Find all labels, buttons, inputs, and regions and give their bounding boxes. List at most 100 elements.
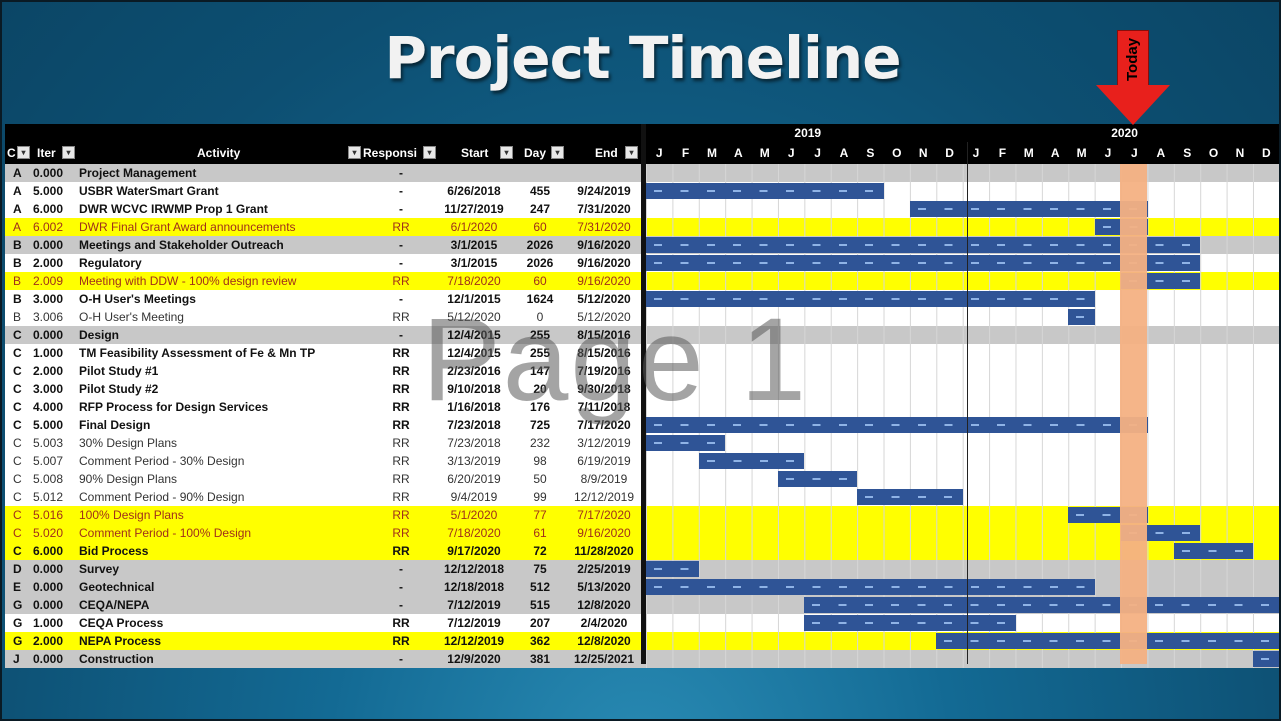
cell-activity[interactable]: RFP Process for Design Services — [79, 398, 369, 416]
cell-activity[interactable]: Bid Process — [79, 542, 369, 560]
cell-code[interactable]: C — [13, 362, 27, 380]
gantt-bar[interactable] — [646, 417, 1148, 433]
cell-code[interactable]: G — [13, 596, 27, 614]
cell-start[interactable]: 6/26/2018 — [435, 182, 513, 200]
cell-activity[interactable]: O-H User's Meeting — [79, 308, 369, 326]
cell-end[interactable]: 12/12/2019 — [565, 488, 643, 506]
cell-end[interactable]: 7/31/2020 — [565, 218, 643, 236]
cell-item[interactable]: 0.000 — [33, 326, 77, 344]
cell-activity[interactable]: Survey — [79, 560, 369, 578]
cell-start[interactable]: 7/12/2019 — [435, 614, 513, 632]
gantt-bar[interactable] — [804, 597, 1279, 613]
cell-end[interactable]: 9/16/2020 — [565, 254, 643, 272]
cell-code[interactable]: B — [13, 272, 27, 290]
cell-days[interactable]: 50 — [517, 470, 563, 488]
cell-end[interactable]: 2/4/2020 — [565, 614, 643, 632]
cell-code[interactable]: A — [13, 182, 27, 200]
cell-resp[interactable]: RR — [375, 524, 427, 542]
cell-code[interactable]: C — [13, 452, 27, 470]
cell-end[interactable]: 9/30/2018 — [565, 380, 643, 398]
cell-item[interactable]: 5.003 — [33, 434, 77, 452]
cell-activity[interactable]: O-H User's Meetings — [79, 290, 369, 308]
cell-code[interactable]: A — [13, 218, 27, 236]
cell-days[interactable]: 77 — [517, 506, 563, 524]
cell-activity[interactable]: 30% Design Plans — [79, 434, 369, 452]
cell-end[interactable]: 5/12/2020 — [565, 290, 643, 308]
gantt-bar[interactable] — [646, 435, 726, 451]
cell-resp[interactable]: RR — [375, 614, 427, 632]
cell-activity[interactable]: CEQA Process — [79, 614, 369, 632]
filter-dropdown-responsible[interactable]: ▾ — [423, 146, 436, 159]
cell-activity[interactable]: Final Design — [79, 416, 369, 434]
cell-days[interactable]: 232 — [517, 434, 563, 452]
cell-start[interactable]: 12/12/2019 — [435, 632, 513, 650]
cell-item[interactable]: 1.000 — [33, 344, 77, 362]
cell-code[interactable]: C — [13, 542, 27, 560]
cell-start[interactable]: 12/4/2015 — [435, 344, 513, 362]
cell-resp[interactable]: - — [375, 578, 427, 596]
cell-resp[interactable]: - — [375, 164, 427, 182]
gantt-bar[interactable] — [1253, 651, 1279, 667]
cell-end[interactable]: 8/15/2016 — [565, 344, 643, 362]
filter-dropdown-activity[interactable]: ▾ — [348, 146, 361, 159]
cell-item[interactable]: 2.000 — [33, 632, 77, 650]
cell-code[interactable]: G — [13, 632, 27, 650]
cell-start[interactable]: 9/10/2018 — [435, 380, 513, 398]
cell-activity[interactable]: 90% Design Plans — [79, 470, 369, 488]
cell-start[interactable]: 6/20/2019 — [435, 470, 513, 488]
gantt-bar[interactable] — [1068, 309, 1096, 325]
cell-days[interactable]: 147 — [517, 362, 563, 380]
cell-start[interactable]: 9/4/2019 — [435, 488, 513, 506]
cell-item[interactable]: 5.012 — [33, 488, 77, 506]
cell-code[interactable]: D — [13, 560, 27, 578]
cell-item[interactable]: 0.000 — [33, 560, 77, 578]
cell-code[interactable]: C — [13, 416, 27, 434]
cell-resp[interactable]: RR — [375, 362, 427, 380]
cell-end[interactable]: 12/8/2020 — [565, 596, 643, 614]
cell-end[interactable]: 9/16/2020 — [565, 272, 643, 290]
cell-end[interactable]: 8/15/2016 — [565, 326, 643, 344]
cell-code[interactable]: C — [13, 488, 27, 506]
cell-code[interactable]: C — [13, 506, 27, 524]
cell-days[interactable]: 2026 — [517, 236, 563, 254]
cell-start[interactable]: 3/1/2015 — [435, 236, 513, 254]
cell-code[interactable]: A — [13, 164, 27, 182]
cell-activity[interactable]: TM Feasibility Assessment of Fe & Mn TP — [79, 344, 369, 362]
cell-end[interactable] — [565, 164, 643, 182]
filter-dropdown-start[interactable]: ▾ — [500, 146, 513, 159]
filter-dropdown-code[interactable]: ▾ — [17, 146, 30, 159]
cell-resp[interactable]: - — [375, 596, 427, 614]
cell-item[interactable]: 3.006 — [33, 308, 77, 326]
cell-code[interactable]: C — [13, 326, 27, 344]
cell-days[interactable]: 61 — [517, 524, 563, 542]
cell-activity[interactable]: USBR WaterSmart Grant — [79, 182, 369, 200]
cell-days[interactable]: 98 — [517, 452, 563, 470]
cell-end[interactable]: 12/25/2021 — [565, 650, 643, 668]
cell-start[interactable]: 12/4/2015 — [435, 326, 513, 344]
cell-resp[interactable]: RR — [375, 632, 427, 650]
cell-activity[interactable]: Pilot Study #1 — [79, 362, 369, 380]
cell-resp[interactable]: - — [375, 560, 427, 578]
cell-code[interactable]: B — [13, 254, 27, 272]
cell-start[interactable]: 7/18/2020 — [435, 272, 513, 290]
cell-item[interactable]: 0.000 — [33, 596, 77, 614]
cell-item[interactable]: 2.009 — [33, 272, 77, 290]
cell-start[interactable]: 12/18/2018 — [435, 578, 513, 596]
cell-start[interactable]: 7/23/2018 — [435, 416, 513, 434]
cell-code[interactable]: B — [13, 308, 27, 326]
cell-days[interactable]: 207 — [517, 614, 563, 632]
cell-activity[interactable]: Geotechnical — [79, 578, 369, 596]
cell-resp[interactable]: - — [375, 182, 427, 200]
cell-end[interactable]: 8/9/2019 — [565, 470, 643, 488]
cell-end[interactable]: 6/19/2019 — [565, 452, 643, 470]
cell-item[interactable]: 5.016 — [33, 506, 77, 524]
cell-days[interactable]: 176 — [517, 398, 563, 416]
gantt-bar[interactable] — [646, 291, 1095, 307]
cell-days[interactable]: 725 — [517, 416, 563, 434]
gantt-bar[interactable] — [646, 579, 1095, 595]
cell-activity[interactable]: CEQA/NEPA — [79, 596, 369, 614]
cell-code[interactable]: B — [13, 290, 27, 308]
cell-days[interactable]: 255 — [517, 344, 563, 362]
gantt-bar[interactable] — [804, 615, 1016, 631]
cell-item[interactable]: 2.000 — [33, 254, 77, 272]
